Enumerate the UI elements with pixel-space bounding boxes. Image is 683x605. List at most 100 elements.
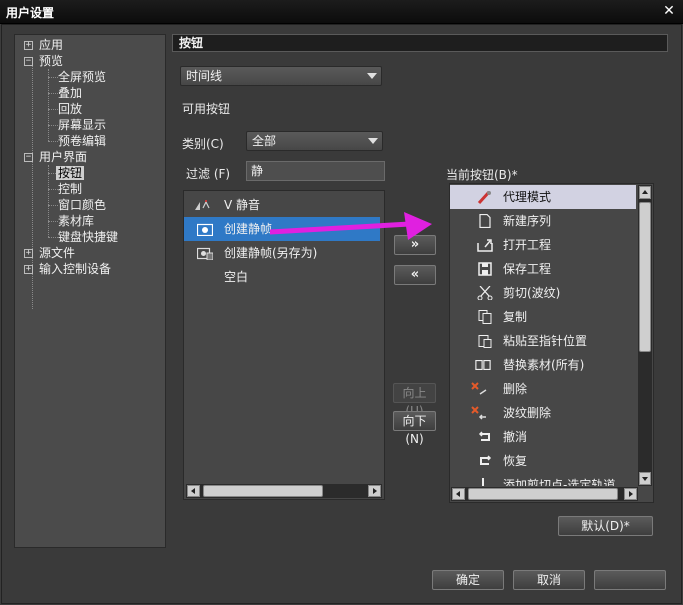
move-down-button[interactable]: 向下(N) xyxy=(393,411,436,446)
tree-item-label: 屏幕显示 xyxy=(58,118,107,132)
collapse-icon[interactable]: − xyxy=(24,57,33,66)
list-item-label: 复制 xyxy=(503,310,528,324)
tree-guide xyxy=(48,237,58,238)
chevron-down-icon xyxy=(367,73,377,79)
open-project-icon xyxy=(477,239,493,252)
close-icon[interactable]: ✕ xyxy=(661,3,677,19)
current-buttons-list[interactable]: 代理模式 新建序列 打开工程 保存工程 剪切(波纹) 复制 粘贴至指针位置 替换… xyxy=(449,183,654,503)
tree-guide xyxy=(48,165,49,237)
collapse-icon[interactable]: − xyxy=(24,153,33,162)
tree-item-onscreen-display[interactable]: 屏幕显示 xyxy=(58,117,106,133)
list-item[interactable]: 恢复 xyxy=(450,449,636,473)
expand-icon[interactable]: + xyxy=(24,41,33,50)
tree-item-playback[interactable]: 回放 xyxy=(58,101,82,117)
list-item-label: 创建静帧 xyxy=(224,222,273,236)
scroll-up-button[interactable] xyxy=(639,186,651,199)
tree-guide xyxy=(48,205,58,206)
scroll-down-button[interactable] xyxy=(639,472,651,485)
expand-icon[interactable]: + xyxy=(24,249,33,258)
list-item[interactable]: 空白 xyxy=(184,265,380,289)
tree-item-label: 全屏预览 xyxy=(58,70,107,84)
tree-guide xyxy=(48,69,49,141)
scroll-left-button[interactable] xyxy=(187,485,200,497)
tree-item-keyboard-shortcuts[interactable]: 键盘快捷键 xyxy=(58,229,118,245)
tree-item-buttons[interactable]: 按钮 xyxy=(56,165,85,181)
delete-icon xyxy=(471,382,487,395)
ok-button[interactable]: 确定 xyxy=(432,570,504,590)
list-item-label: 新建序列 xyxy=(503,214,552,228)
horizontal-scrollbar[interactable] xyxy=(451,487,638,501)
remove-button[interactable]: « xyxy=(394,265,436,285)
tree-item-control[interactable]: 控制 xyxy=(58,181,82,197)
tree-item-label: 控制 xyxy=(58,182,83,196)
list-item-label: 替换素材(所有) xyxy=(503,358,585,372)
list-item-label: 保存工程 xyxy=(503,262,552,276)
category-label: 类别(C) xyxy=(182,137,224,151)
list-item[interactable]: 添加剪切点-选定轨道 xyxy=(450,473,636,486)
scissors-icon xyxy=(477,286,493,300)
tree-guide xyxy=(48,77,58,78)
list-item-label: V 静音 xyxy=(224,198,261,212)
tree-item-window-color[interactable]: 窗口颜色 xyxy=(58,197,106,213)
tree-item-label: 应用 xyxy=(39,38,64,52)
list-item[interactable]: 代理模式 xyxy=(450,185,636,209)
tree-item-label: 预卷编辑 xyxy=(58,134,107,148)
scroll-thumb[interactable] xyxy=(468,488,618,500)
list-item[interactable]: 保存工程 xyxy=(450,257,636,281)
default-button[interactable]: 默认(D)* xyxy=(558,516,653,536)
tree-guide xyxy=(48,93,58,94)
horizontal-scrollbar[interactable] xyxy=(186,484,382,498)
scroll-thumb[interactable] xyxy=(639,202,651,352)
list-item[interactable]: 复制 xyxy=(450,305,636,329)
section-header: 按钮 xyxy=(172,34,668,52)
scroll-thumb[interactable] xyxy=(203,485,323,497)
list-item[interactable]: 粘贴至指针位置 xyxy=(450,329,636,353)
vertical-scrollbar[interactable] xyxy=(638,185,652,486)
window-title: 用户设置 xyxy=(6,6,55,20)
filter-input[interactable]: 静 xyxy=(246,161,385,181)
list-item-label: 粘贴至指针位置 xyxy=(503,334,588,348)
filter-label: 过滤 (F) xyxy=(186,167,231,181)
list-item-label: 删除 xyxy=(503,382,528,396)
tree-item-overlay[interactable]: 叠加 xyxy=(58,85,82,101)
tree-item-label: 键盘快捷键 xyxy=(58,230,119,244)
tree-item-label: 窗口颜色 xyxy=(58,198,107,212)
list-item-label: 代理模式 xyxy=(503,190,552,204)
tree-item-label: 叠加 xyxy=(58,86,83,100)
list-item[interactable]: 撤消 xyxy=(450,425,636,449)
tree-guide xyxy=(48,141,58,142)
list-item[interactable]: 剪切(波纹) xyxy=(450,281,636,305)
list-item[interactable]: 波纹删除 xyxy=(450,401,636,425)
list-item-label: 撤消 xyxy=(503,430,528,444)
list-item-label: 恢复 xyxy=(503,454,528,468)
category-select[interactable]: 全部 xyxy=(246,131,383,151)
cancel-button[interactable]: 取消 xyxy=(513,570,585,590)
scroll-right-button[interactable] xyxy=(368,485,381,497)
settings-tree: + 应用 − 预览 全屏预览 叠加 回放 屏幕显示 预卷编辑 − 用户界面 按钮… xyxy=(14,34,166,548)
tree-item-fullscreen-preview[interactable]: 全屏预览 xyxy=(58,69,106,85)
title-bar: 用户设置 ✕ xyxy=(0,0,683,24)
proxy-icon xyxy=(477,190,491,204)
scroll-right-button[interactable] xyxy=(624,488,637,500)
scroll-left-button[interactable] xyxy=(452,488,465,500)
move-up-button[interactable]: 向上(U) xyxy=(393,383,436,418)
target-select[interactable]: 时间线 xyxy=(180,66,382,86)
target-select-value: 时间线 xyxy=(186,69,223,83)
tree-item-preroll-edit[interactable]: 预卷编辑 xyxy=(58,133,106,149)
list-item[interactable]: 打开工程 xyxy=(450,233,636,257)
expand-icon[interactable]: + xyxy=(24,265,33,274)
redo-icon xyxy=(480,455,492,465)
list-item[interactable]: 新建序列 xyxy=(450,209,636,233)
annotation-arrow-icon xyxy=(270,212,432,240)
category-select-value: 全部 xyxy=(252,134,277,148)
list-item[interactable]: 替换素材(所有) xyxy=(450,353,636,377)
camera-save-icon xyxy=(197,247,213,260)
apply-button[interactable] xyxy=(594,570,666,590)
list-item-label: 添加剪切点-选定轨道 xyxy=(503,478,616,486)
mute-icon xyxy=(195,200,210,210)
tree-item-label: 素材库 xyxy=(58,214,95,228)
current-buttons-label: 当前按钮(B)* xyxy=(446,168,518,182)
chevron-down-icon xyxy=(368,138,378,144)
tree-item-bin[interactable]: 素材库 xyxy=(58,213,94,229)
list-item[interactable]: 删除 xyxy=(450,377,636,401)
